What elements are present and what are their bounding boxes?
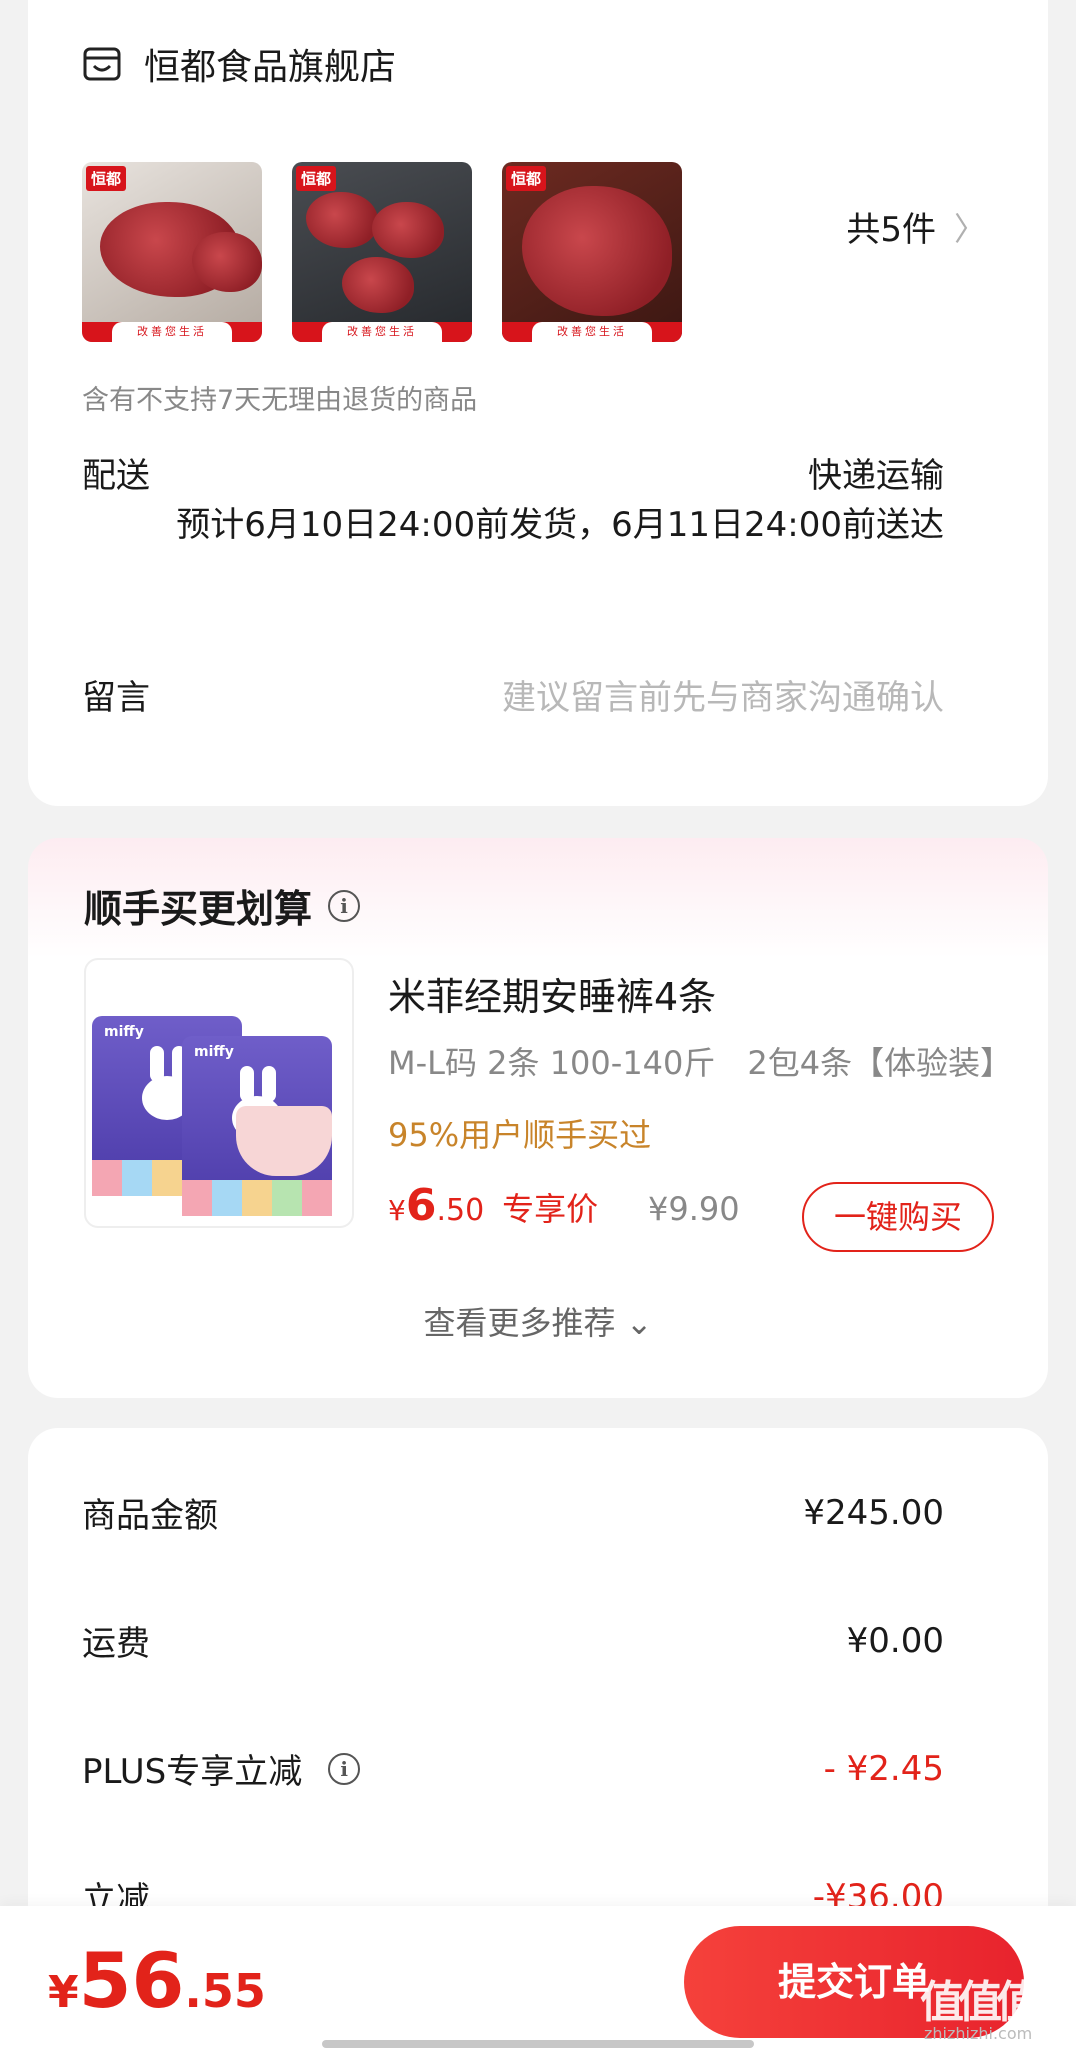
product-thumbnails[interactable]: 恒都 改善您生活 恒都 改善您生活 恒都 改善您生活 <box>82 162 682 342</box>
recommend-card: 顺手买更划算 i miffy miffy 米菲经期安睡裤4条 M-L码 2条 1… <box>28 838 1048 1398</box>
summary-label: 商品金额 <box>82 1496 218 1536</box>
original-price: ¥9.90 <box>648 1190 740 1228</box>
store-card: 恒都食品旗舰店 恒都 改善您生活 恒都 改善您生活 恒都 改善您生活 共5件 〉… <box>28 0 1048 806</box>
info-icon[interactable]: i <box>328 889 361 922</box>
thumb-brand-label: 恒都 <box>296 166 337 191</box>
return-policy-note: 含有不支持7天无理由退货的商品 <box>82 385 478 416</box>
store-header[interactable]: 恒都食品旗舰店 <box>82 38 396 90</box>
delivery-label: 配送 <box>82 456 150 496</box>
summary-label: PLUS专享立减 <box>82 1752 303 1792</box>
product-thumb-2[interactable]: 恒都 改善您生活 <box>292 162 472 342</box>
recommend-product-name[interactable]: 米菲经期安睡裤4条 <box>388 966 716 1021</box>
summary-value: - ¥2.45 <box>823 1748 944 1789</box>
thumb-brand-label: 恒都 <box>506 166 547 191</box>
summary-label: 运费 <box>82 1624 150 1664</box>
store-icon <box>83 47 121 81</box>
total-decimal: .55 <box>184 1964 266 2018</box>
thumb-strip-text: 改善您生活 <box>347 325 417 338</box>
summary-row-plus-discount: PLUS专享立减 i - ¥2.45 <box>82 1744 944 1793</box>
thumb-brand-label: 恒都 <box>86 166 127 191</box>
watermark-url: zhizhizhi.com <box>924 2024 1033 2043</box>
price-currency: ¥ <box>388 1194 406 1227</box>
total-currency: ¥ <box>48 1967 79 2018</box>
recommend-product-image[interactable]: miffy miffy <box>84 958 354 1228</box>
more-recommendations-label: 查看更多推荐 <box>423 1304 616 1342</box>
chevron-right-icon: 〉 <box>953 209 986 248</box>
watermark-logo: 值值值 <box>920 1977 1040 2028</box>
thumb-strip-text: 改善您生活 <box>137 325 207 338</box>
bottom-checkout-bar: ¥ 56 .55 提交订单 <box>0 1906 1076 2052</box>
store-name: 恒都食品旗舰店 <box>144 47 397 88</box>
recommend-price: ¥ 6 .50 专享价 <box>388 1180 598 1231</box>
pack-brand-label: miffy <box>104 1024 144 1040</box>
recommend-title-text: 顺手买更划算 <box>84 887 313 931</box>
remark-label: 留言 <box>82 678 150 718</box>
item-count-link[interactable]: 共5件 〉 <box>846 202 986 251</box>
price-decimal: .50 <box>436 1193 485 1228</box>
recommend-title: 顺手买更划算 i <box>84 878 361 933</box>
pack-brand-label: miffy <box>194 1044 234 1060</box>
delivery-method[interactable]: 快递运输 <box>808 448 944 497</box>
one-click-buy-button[interactable]: 一键购买 <box>802 1182 994 1252</box>
summary-row-goods: 商品金额 ¥245.00 <box>82 1488 944 1537</box>
product-thumb-3[interactable]: 恒都 改善您生活 <box>502 162 682 342</box>
social-proof-text: 95%用户顺手买过 <box>388 1116 652 1154</box>
more-recommendations-link[interactable]: 查看更多推荐 ⌄ <box>28 1298 1048 1344</box>
item-count-label: 共5件 <box>846 210 936 250</box>
summary-row-shipping: 运费 ¥0.00 <box>82 1616 944 1665</box>
total-integer: 56 <box>78 1936 185 2025</box>
thumb-strip-text: 改善您生活 <box>557 325 627 338</box>
recommend-product-spec: M-L码 2条 100-140斤 2包4条【体验装】 <box>388 1044 1008 1082</box>
home-indicator[interactable] <box>322 2040 754 2048</box>
price-integer: 6 <box>405 1180 437 1231</box>
chevron-down-icon: ⌄ <box>625 1304 653 1342</box>
remark-input[interactable]: 建议留言前先与商家沟通确认 <box>502 670 944 719</box>
summary-value: ¥245.00 <box>803 1492 944 1533</box>
product-thumb-1[interactable]: 恒都 改善您生活 <box>82 162 262 342</box>
info-icon[interactable]: i <box>328 1752 361 1785</box>
order-total: ¥ 56 .55 <box>48 1936 266 2025</box>
delivery-eta: 预计6月10日24:00前发货，6月11日24:00前送达 <box>176 505 944 545</box>
summary-value: ¥0.00 <box>846 1620 944 1661</box>
price-tag: 专享价 <box>502 1190 599 1228</box>
